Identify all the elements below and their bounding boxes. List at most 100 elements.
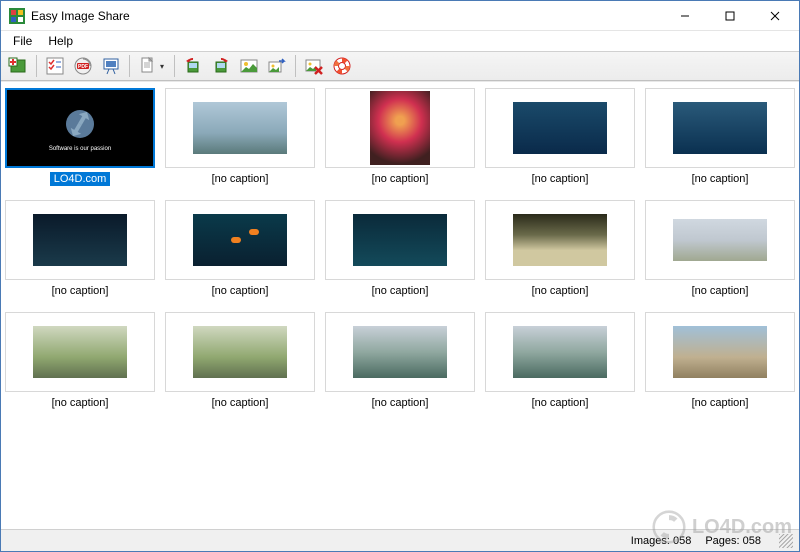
- thumbnail-cell[interactable]: [no caption]: [645, 312, 795, 410]
- close-icon: [770, 11, 780, 21]
- thumbnail-image: [353, 214, 447, 266]
- thumbnail-cell[interactable]: [no caption]: [485, 312, 635, 410]
- thumbnail-caption[interactable]: [no caption]: [208, 172, 273, 186]
- rotate-left-button[interactable]: [180, 53, 206, 79]
- status-images: Images: 058: [631, 535, 692, 547]
- menu-help[interactable]: Help: [40, 32, 81, 50]
- export-pdf-button[interactable]: PDF: [70, 53, 96, 79]
- thumbnail-caption[interactable]: [no caption]: [368, 396, 433, 410]
- thumbnail-frame[interactable]: [645, 88, 795, 168]
- thumbnail-cell[interactable]: [no caption]: [325, 312, 475, 410]
- rotate-right-button[interactable]: [208, 53, 234, 79]
- thumbnail-cell[interactable]: [no caption]: [5, 200, 155, 298]
- main-window: Easy Image Share File Help PDF: [0, 0, 800, 552]
- thumbnail-image: [33, 326, 127, 378]
- thumbnail-frame[interactable]: [165, 312, 315, 392]
- thumbnail-caption[interactable]: [no caption]: [528, 172, 593, 186]
- thumbnail-frame[interactable]: [5, 200, 155, 280]
- thumbnail-cell[interactable]: [no caption]: [165, 88, 315, 186]
- delete-image-button[interactable]: [301, 53, 327, 79]
- thumbnail-frame[interactable]: [165, 200, 315, 280]
- thumbnail-frame[interactable]: [485, 200, 635, 280]
- maximize-icon: [725, 11, 735, 21]
- thumbnail-frame[interactable]: [325, 88, 475, 168]
- thumbnail-image: [193, 326, 287, 378]
- thumbnail-frame[interactable]: Software is our passion: [5, 88, 155, 168]
- toolbar-separator: [174, 55, 175, 77]
- toolbar-separator: [36, 55, 37, 77]
- thumbnail-cell[interactable]: [no caption]: [165, 200, 315, 298]
- toolbar-separator: [295, 55, 296, 77]
- thumbnail-cell[interactable]: [no caption]: [485, 200, 635, 298]
- thumbnail-caption[interactable]: [no caption]: [48, 396, 113, 410]
- thumbnail-image: [193, 102, 287, 154]
- thumbnail-caption[interactable]: [no caption]: [528, 396, 593, 410]
- add-image-icon: [8, 56, 28, 76]
- menu-file[interactable]: File: [5, 32, 40, 50]
- thumbnail-caption[interactable]: [no caption]: [368, 172, 433, 186]
- content-area: Software is our passion LO4D.com [no capti…: [1, 81, 799, 529]
- thumbnail-caption[interactable]: [no caption]: [208, 396, 273, 410]
- toolbar-separator: [129, 55, 130, 77]
- thumbnail-frame[interactable]: [645, 312, 795, 392]
- menubar: File Help: [1, 31, 799, 51]
- thumbnail-image: [513, 102, 607, 154]
- toolbar: PDF ▾: [1, 51, 799, 81]
- chevron-down-icon: ▾: [158, 62, 166, 71]
- resize-grip[interactable]: [779, 534, 793, 548]
- thumbnail-frame[interactable]: [485, 312, 635, 392]
- slideshow-button[interactable]: [98, 53, 124, 79]
- thumbnail-cell[interactable]: Software is our passion LO4D.com: [5, 88, 155, 186]
- help-button[interactable]: [329, 53, 355, 79]
- thumbnail-caption[interactable]: [no caption]: [688, 172, 753, 186]
- status-images-count: 058: [673, 535, 691, 547]
- thumbnail-caption[interactable]: [no caption]: [688, 396, 753, 410]
- share-image-button[interactable]: [264, 53, 290, 79]
- thumbnail-image: [193, 214, 287, 266]
- thumbnail-image: [673, 219, 767, 261]
- thumbnail-image: [370, 91, 430, 165]
- thumbnail-cell[interactable]: [no caption]: [645, 88, 795, 186]
- page-dropdown-button[interactable]: ▾: [135, 53, 169, 79]
- close-button[interactable]: [752, 1, 797, 30]
- thumbnail-caption[interactable]: [no caption]: [368, 284, 433, 298]
- thumbnail-cell[interactable]: [no caption]: [165, 312, 315, 410]
- thumbnail-frame[interactable]: [5, 312, 155, 392]
- minimize-button[interactable]: [662, 1, 707, 30]
- statusbar: Images: 058 Pages: 058: [1, 529, 799, 551]
- thumbnail-caption[interactable]: LO4D.com: [50, 172, 111, 186]
- thumbnail-image: [33, 214, 127, 266]
- window-title: Easy Image Share: [31, 9, 662, 23]
- thumbnail-cell[interactable]: [no caption]: [645, 200, 795, 298]
- thumbnail-caption[interactable]: [no caption]: [48, 284, 113, 298]
- thumbnail-cell[interactable]: [no caption]: [325, 88, 475, 186]
- thumbnail-caption[interactable]: [no caption]: [208, 284, 273, 298]
- thumbnail-image: [673, 102, 767, 154]
- image-properties-button[interactable]: [236, 53, 262, 79]
- thumbnail-image: [513, 326, 607, 378]
- thumbnail-cell[interactable]: [no caption]: [5, 312, 155, 410]
- checklist-icon: [45, 56, 65, 76]
- window-buttons: [662, 1, 797, 30]
- thumbnail-frame[interactable]: [325, 312, 475, 392]
- thumbnail-cell[interactable]: [no caption]: [325, 200, 475, 298]
- thumbnail-grid-scroll[interactable]: Software is our passion LO4D.com [no capti…: [1, 82, 799, 529]
- add-image-button[interactable]: [5, 53, 31, 79]
- pdf-icon: PDF: [73, 56, 93, 76]
- thumbnail-caption[interactable]: [no caption]: [528, 284, 593, 298]
- thumbnail-caption[interactable]: [no caption]: [688, 284, 753, 298]
- rotate-left-icon: [183, 56, 203, 76]
- maximize-button[interactable]: [707, 1, 752, 30]
- thumbnail-frame[interactable]: [645, 200, 795, 280]
- slideshow-icon: [101, 56, 121, 76]
- thumbnail-image: [673, 326, 767, 378]
- thumbnail-frame[interactable]: [325, 200, 475, 280]
- options-button[interactable]: [42, 53, 68, 79]
- delete-icon: [304, 56, 324, 76]
- rotate-right-icon: [211, 56, 231, 76]
- titlebar: Easy Image Share: [1, 1, 799, 31]
- thumbnail-frame[interactable]: [485, 88, 635, 168]
- thumbnail-cell[interactable]: [no caption]: [485, 88, 635, 186]
- thumbnail-frame[interactable]: [165, 88, 315, 168]
- thumbnail-grid: Software is our passion LO4D.com [no capti…: [5, 88, 795, 410]
